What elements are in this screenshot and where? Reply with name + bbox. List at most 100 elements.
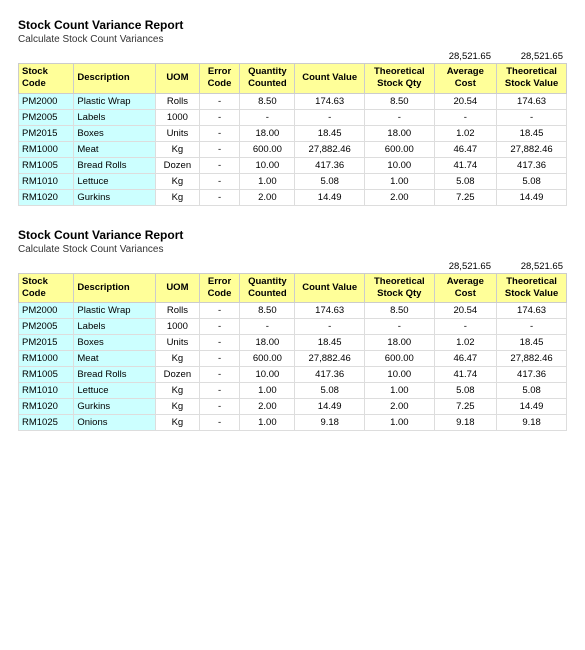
table-cell: Kg	[156, 141, 199, 157]
table-cell: RM1020	[19, 189, 74, 205]
report-title-2: Stock Count Variance Report	[18, 228, 567, 242]
table-cell: 9.18	[497, 415, 567, 431]
table-cell: 20.54	[434, 303, 497, 319]
col-header-uom-2: UOM	[156, 273, 199, 303]
table-cell: -	[199, 109, 240, 125]
table-cell: 1.00	[240, 415, 295, 431]
table-cell: 600.00	[240, 351, 295, 367]
table-cell: -	[199, 367, 240, 383]
table-cell: 5.08	[497, 383, 567, 399]
table-cell: PM2000	[19, 93, 74, 109]
table-cell: 2.00	[365, 189, 434, 205]
table-cell: Dozen	[156, 367, 199, 383]
table-cell: 7.25	[434, 399, 497, 415]
table-cell: -	[199, 173, 240, 189]
table-cell: 1.00	[240, 383, 295, 399]
table-cell: 14.49	[497, 399, 567, 415]
table-cell: RM1005	[19, 157, 74, 173]
table-cell: PM2015	[19, 335, 74, 351]
table-cell: Labels	[74, 109, 156, 125]
table-cell: Bread Rolls	[74, 157, 156, 173]
table-cell: -	[199, 335, 240, 351]
table-row: RM1025OnionsKg-1.009.181.009.189.18	[19, 415, 567, 431]
table-cell: PM2015	[19, 125, 74, 141]
table-cell: Plastic Wrap	[74, 303, 156, 319]
table-cell: 8.50	[365, 303, 434, 319]
report-table-1: Stock Code Description UOM Error Code Qu…	[18, 63, 567, 206]
table-cell: 18.00	[240, 125, 295, 141]
table-cell: Onions	[74, 415, 156, 431]
table-cell: 5.08	[497, 173, 567, 189]
table-cell: 2.00	[240, 189, 295, 205]
totals-row-2: 28,521.65 28,521.65	[18, 261, 567, 272]
table-cell: 174.63	[497, 93, 567, 109]
table-cell: -	[295, 109, 365, 125]
table-cell: 27,882.46	[295, 141, 365, 157]
table-cell: Kg	[156, 415, 199, 431]
table-row: RM1020GurkinsKg-2.0014.492.007.2514.49	[19, 189, 567, 205]
table-cell: RM1020	[19, 399, 74, 415]
table-row: RM1005Bread RollsDozen-10.00417.3610.004…	[19, 157, 567, 173]
table-row: RM1000MeatKg-600.0027,882.46600.0046.472…	[19, 351, 567, 367]
table-cell: 1.02	[434, 125, 497, 141]
table-row: PM2000Plastic WrapRolls-8.50174.638.5020…	[19, 93, 567, 109]
table-cell: Lettuce	[74, 173, 156, 189]
table-cell: Labels	[74, 319, 156, 335]
total-right-1: 28,521.65	[495, 51, 567, 62]
table-cell: 2.00	[365, 399, 434, 415]
table-cell: Kg	[156, 173, 199, 189]
table-cell: Kg	[156, 383, 199, 399]
col-header-count-value-1: Count Value	[295, 64, 365, 94]
table-cell: -	[199, 125, 240, 141]
total-right-2: 28,521.65	[495, 261, 567, 272]
table-cell: 600.00	[365, 141, 434, 157]
table-row: PM2015BoxesUnits-18.0018.4518.001.0218.4…	[19, 125, 567, 141]
table-cell: 600.00	[240, 141, 295, 157]
table-cell: 41.74	[434, 367, 497, 383]
table-cell: 8.50	[365, 93, 434, 109]
table-cell: Units	[156, 125, 199, 141]
table-cell: 5.08	[434, 383, 497, 399]
table-cell: -	[199, 303, 240, 319]
col-header-uom-1: UOM	[156, 64, 199, 94]
table-cell: Units	[156, 335, 199, 351]
table-cell: -	[240, 109, 295, 125]
table-cell: Boxes	[74, 335, 156, 351]
table-cell: Boxes	[74, 125, 156, 141]
table-cell: 8.50	[240, 303, 295, 319]
report-subtitle-2: Calculate Stock Count Variances	[18, 244, 567, 255]
table-cell: 417.36	[295, 367, 365, 383]
table-row: RM1020GurkinsKg-2.0014.492.007.2514.49	[19, 399, 567, 415]
report-section-2: Stock Count Variance Report Calculate St…	[18, 228, 567, 432]
table-cell: -	[199, 415, 240, 431]
col-header-error-1: Error Code	[199, 64, 240, 94]
table-cell: 46.47	[434, 351, 497, 367]
table-cell: Dozen	[156, 157, 199, 173]
col-header-theo-qty-1: Theoretical Stock Qty	[365, 64, 434, 94]
table-row: PM2005Labels1000------	[19, 319, 567, 335]
table-cell: 27,882.46	[295, 351, 365, 367]
table-header-row-2: Stock Code Description UOM Error Code Qu…	[19, 273, 567, 303]
table-cell: 174.63	[497, 303, 567, 319]
table-cell: RM1010	[19, 383, 74, 399]
table-cell: 18.00	[365, 335, 434, 351]
table-cell: Gurkins	[74, 189, 156, 205]
table-cell: -	[434, 109, 497, 125]
table-cell: Bread Rolls	[74, 367, 156, 383]
table-cell: 5.08	[295, 383, 365, 399]
table-cell: -	[365, 319, 434, 335]
table-cell: 7.25	[434, 189, 497, 205]
table-cell: 9.18	[434, 415, 497, 431]
table-cell: -	[199, 319, 240, 335]
col-header-theo-qty-2: Theoretical Stock Qty	[365, 273, 434, 303]
table-cell: Lettuce	[74, 383, 156, 399]
table-cell: Rolls	[156, 303, 199, 319]
table-cell: RM1000	[19, 351, 74, 367]
table-cell: 1.00	[365, 415, 434, 431]
table-cell: 1.00	[240, 173, 295, 189]
report-subtitle-1: Calculate Stock Count Variances	[18, 34, 567, 45]
table-cell: RM1025	[19, 415, 74, 431]
table-cell: 2.00	[240, 399, 295, 415]
table-cell: 417.36	[497, 157, 567, 173]
table-cell: -	[497, 109, 567, 125]
